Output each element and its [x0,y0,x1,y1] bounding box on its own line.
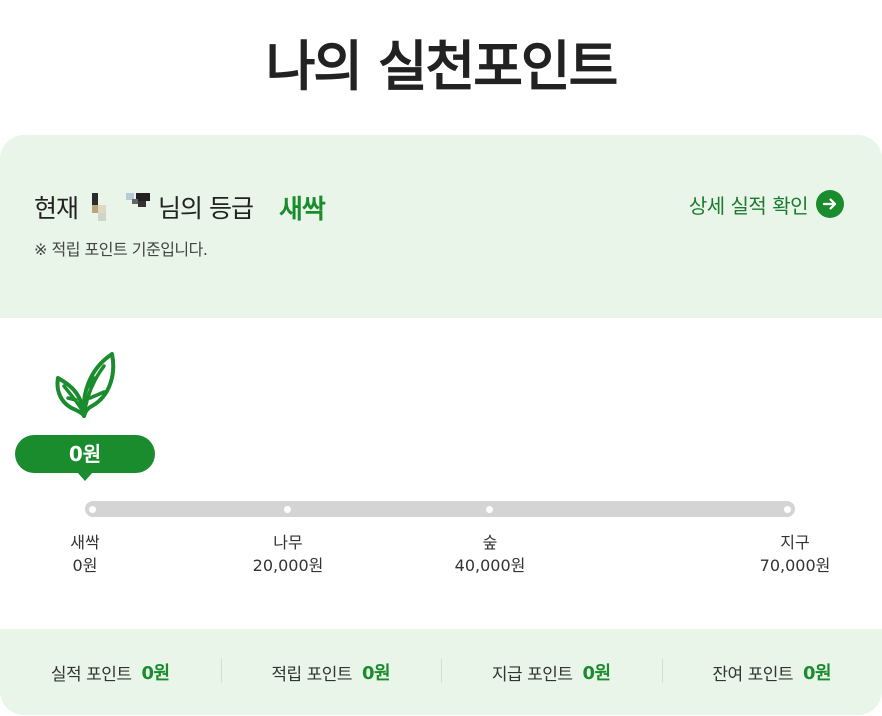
stage-label: 새싹 0원 [25,531,145,577]
stage-amount: 70,000원 [759,556,831,575]
stage-name: 지구 [780,533,810,552]
stage-dot-3 [486,505,493,513]
summary-label: 지급 포인트 [491,664,573,685]
stage-label: 숲 40,000원 [430,531,550,577]
stage-amount: 0원 [72,556,98,575]
summary-value: 0원 [803,663,832,684]
stage-dot-4 [784,505,791,513]
arrow-right-circle-icon [816,190,844,218]
points-card: 현재 님의 등급 새싹 ※ 적립 포인트 기준입니다. 상세 실적 확인 0원 … [0,135,882,715]
stage-name: 숲 [482,533,498,552]
summary-value: 0원 [141,663,171,684]
page-title: 나의 실천포인트 [265,35,619,98]
summary-paid-points: 지급 포인트 0원 [441,629,662,715]
sprout-leaf-icon [52,352,116,424]
progress-track [85,501,795,517]
stage-label: 지구 70,000원 [735,531,855,577]
detail-results-label: 상세 실적 확인 [688,193,809,218]
grade-note: ※ 적립 포인트 기준입니다. [34,240,208,259]
masked-username [86,189,151,225]
summary-value: 0원 [582,663,612,684]
grade-prefix: 현재 [34,194,79,223]
stage-dot-2 [284,505,291,513]
stage-amount: 40,000원 [454,556,526,575]
stage-name: 새싹 [70,533,100,552]
current-points-bubble: 0원 [15,435,155,473]
grade-suffix: 님의 등급 [158,194,254,223]
stage-label: 나무 20,000원 [228,531,348,577]
summary-accumulated-points: 적립 포인트 0원 [220,629,442,715]
summary-label: 적립 포인트 [271,664,352,685]
summary-value: 0원 [362,663,391,684]
points-summary-bar: 실적 포인트 0원 적립 포인트 0원 지급 포인트 0원 잔여 포인트 0원 [0,629,882,715]
stage-dot-1 [89,505,96,513]
grade-line: 현재 님의 등급 새싹 [34,187,326,227]
summary-remaining-points: 잔여 포인트 0원 [661,629,882,715]
summary-label: 잔여 포인트 [712,664,793,685]
grade-panel: 현재 님의 등급 새싹 ※ 적립 포인트 기준입니다. 상세 실적 확인 [0,135,882,318]
summary-label: 실적 포인트 [50,664,132,685]
detail-results-link[interactable]: 상세 실적 확인 [689,187,844,221]
bubble-pointer [77,472,93,481]
stage-name: 나무 [273,533,303,552]
summary-performance-points: 실적 포인트 0원 [0,629,221,715]
grade-value: 새싹 [278,194,326,225]
stage-amount: 20,000원 [252,556,324,575]
